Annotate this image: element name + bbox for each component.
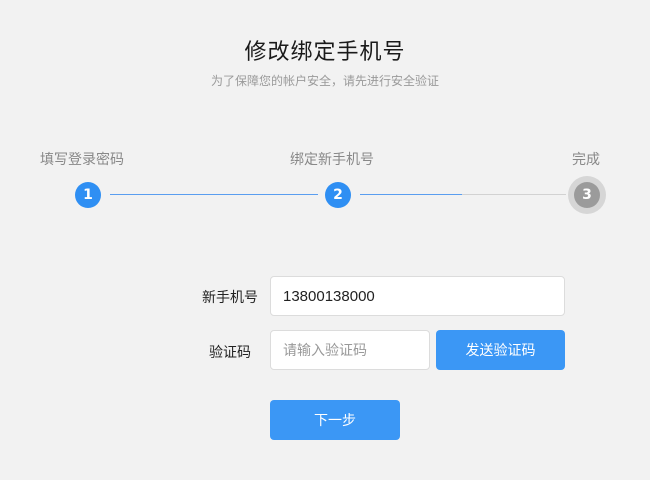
step-3-badge: 3 (574, 182, 600, 208)
page-title: 修改绑定手机号 (244, 40, 406, 65)
step-connector-1 (110, 194, 318, 195)
send-code-button[interactable]: 发送验证码 (436, 330, 565, 370)
step-connector-2-remaining (462, 194, 566, 195)
step-1-label: 填写登录密码 (40, 152, 124, 168)
step-1-badge: 1 (75, 182, 101, 208)
step-2-label: 绑定新手机号 (290, 152, 374, 168)
step-2-badge: 2 (325, 182, 351, 208)
step-3-label: 完成 (572, 152, 600, 168)
phone-label: 新手机号 (202, 290, 258, 306)
phone-input[interactable]: 13800138000 (270, 276, 565, 316)
code-input[interactable]: 请输入验证码 (270, 330, 430, 370)
code-label: 验证码 (209, 345, 251, 361)
step-connector-2-progress (360, 194, 462, 195)
step-3-badge-ring: 3 (568, 176, 606, 214)
page: 修改绑定手机号 为了保障您的帐户安全，请先进行安全验证 填写登录密码 绑定新手机… (0, 0, 650, 480)
next-button[interactable]: 下一步 (270, 400, 400, 440)
page-subtitle: 为了保障您的帐户安全，请先进行安全验证 (210, 74, 439, 88)
